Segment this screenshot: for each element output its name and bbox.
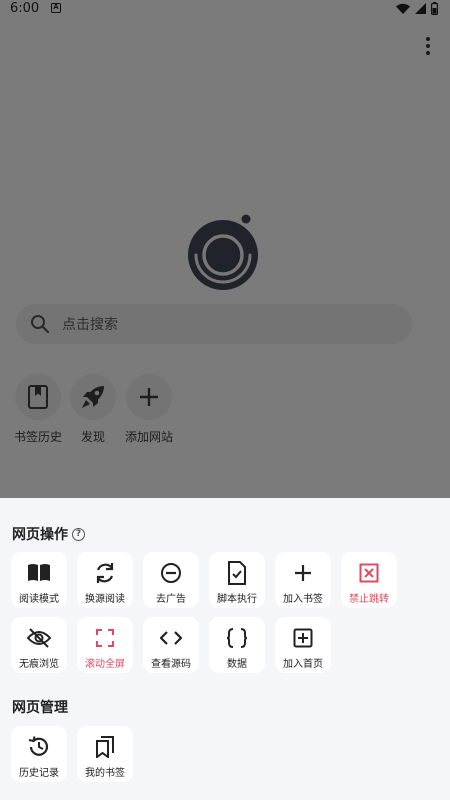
bookmarks-icon [93, 735, 117, 759]
history-icon [27, 735, 51, 759]
page-mgmt-title: 网页管理 [12, 700, 68, 716]
help-icon[interactable]: ? [72, 527, 85, 541]
reader-mode-button[interactable]: 阅读模式 [11, 552, 67, 608]
notification-icon: A [51, 3, 61, 13]
eye-off-icon [27, 626, 51, 650]
search-placeholder: 点击搜索 [62, 317, 118, 333]
status-bar: 6:00 A [0, 0, 450, 18]
add-bookmark-button[interactable]: 加入书签 [275, 552, 331, 608]
book-icon [28, 385, 48, 409]
tile-label: 无痕浏览 [19, 659, 59, 670]
incognito-button[interactable]: 无痕浏览 [11, 617, 67, 673]
open-book-icon [27, 561, 51, 585]
tile-label: 禁止跳转 [349, 594, 389, 605]
signal-icon [415, 3, 426, 14]
tile-label: 去广告 [156, 594, 186, 605]
file-check-icon [225, 561, 249, 585]
braces-icon [225, 626, 249, 650]
status-icons [396, 2, 438, 15]
block-redirect-button[interactable]: 禁止跳转 [341, 552, 397, 608]
tile-label: 历史记录 [19, 768, 59, 779]
run-script-button[interactable]: 脚本执行 [209, 552, 265, 608]
tile-label: 滚动全屏 [85, 659, 125, 670]
minus-circle-icon [159, 561, 183, 585]
tile-label: 我的书签 [85, 768, 125, 779]
my-bookmarks-button[interactable]: 我的书签 [77, 726, 133, 782]
search-bar[interactable]: 点击搜索 [16, 304, 412, 344]
rocket-icon [82, 386, 104, 408]
code-icon [159, 626, 183, 650]
battery-icon [431, 2, 438, 15]
tile-label: 查看源码 [151, 659, 191, 670]
add-box-icon [291, 626, 315, 650]
tile-label: 加入首页 [283, 659, 323, 670]
status-time: 6:00 [10, 1, 40, 16]
shortcut-label: 添加网站 [124, 430, 173, 444]
wifi-icon [396, 3, 410, 14]
tile-label: 加入书签 [283, 594, 323, 605]
history-button[interactable]: 历史记录 [11, 726, 67, 782]
plus-icon [140, 388, 158, 406]
view-source-button[interactable]: 查看源码 [143, 617, 199, 673]
tile-label: 脚本执行 [217, 594, 257, 605]
refresh-icon [93, 561, 117, 585]
tile-label: 数据 [227, 659, 247, 670]
tile-label: 换源阅读 [85, 594, 125, 605]
more-options-icon[interactable] [418, 34, 438, 58]
fullscreen-icon [93, 626, 117, 650]
shortcut-add-site[interactable]: 添加网站 [112, 374, 186, 445]
tile-label: 阅读模式 [19, 594, 59, 605]
plus-icon [291, 561, 315, 585]
switch-source-button[interactable]: 换源阅读 [77, 552, 133, 608]
page-ops-title: 网页操作 ? [12, 524, 85, 544]
data-button[interactable]: 数据 [209, 617, 265, 673]
shortcut-label: 书签历史 [13, 430, 62, 444]
shortcut-label: 发现 [80, 430, 105, 444]
bottom-sheet: 网页操作 ? 阅读模式 换源阅读 去广告 脚本执行 加入书签 禁止跳转 无痕浏览… [0, 498, 450, 800]
add-to-home-button[interactable]: 加入首页 [275, 617, 331, 673]
search-icon [31, 315, 50, 334]
close-box-icon [357, 561, 381, 585]
remove-ads-button[interactable]: 去广告 [143, 552, 199, 608]
scroll-fullscreen-button[interactable]: 滚动全屏 [77, 617, 133, 673]
app-logo [188, 214, 258, 290]
